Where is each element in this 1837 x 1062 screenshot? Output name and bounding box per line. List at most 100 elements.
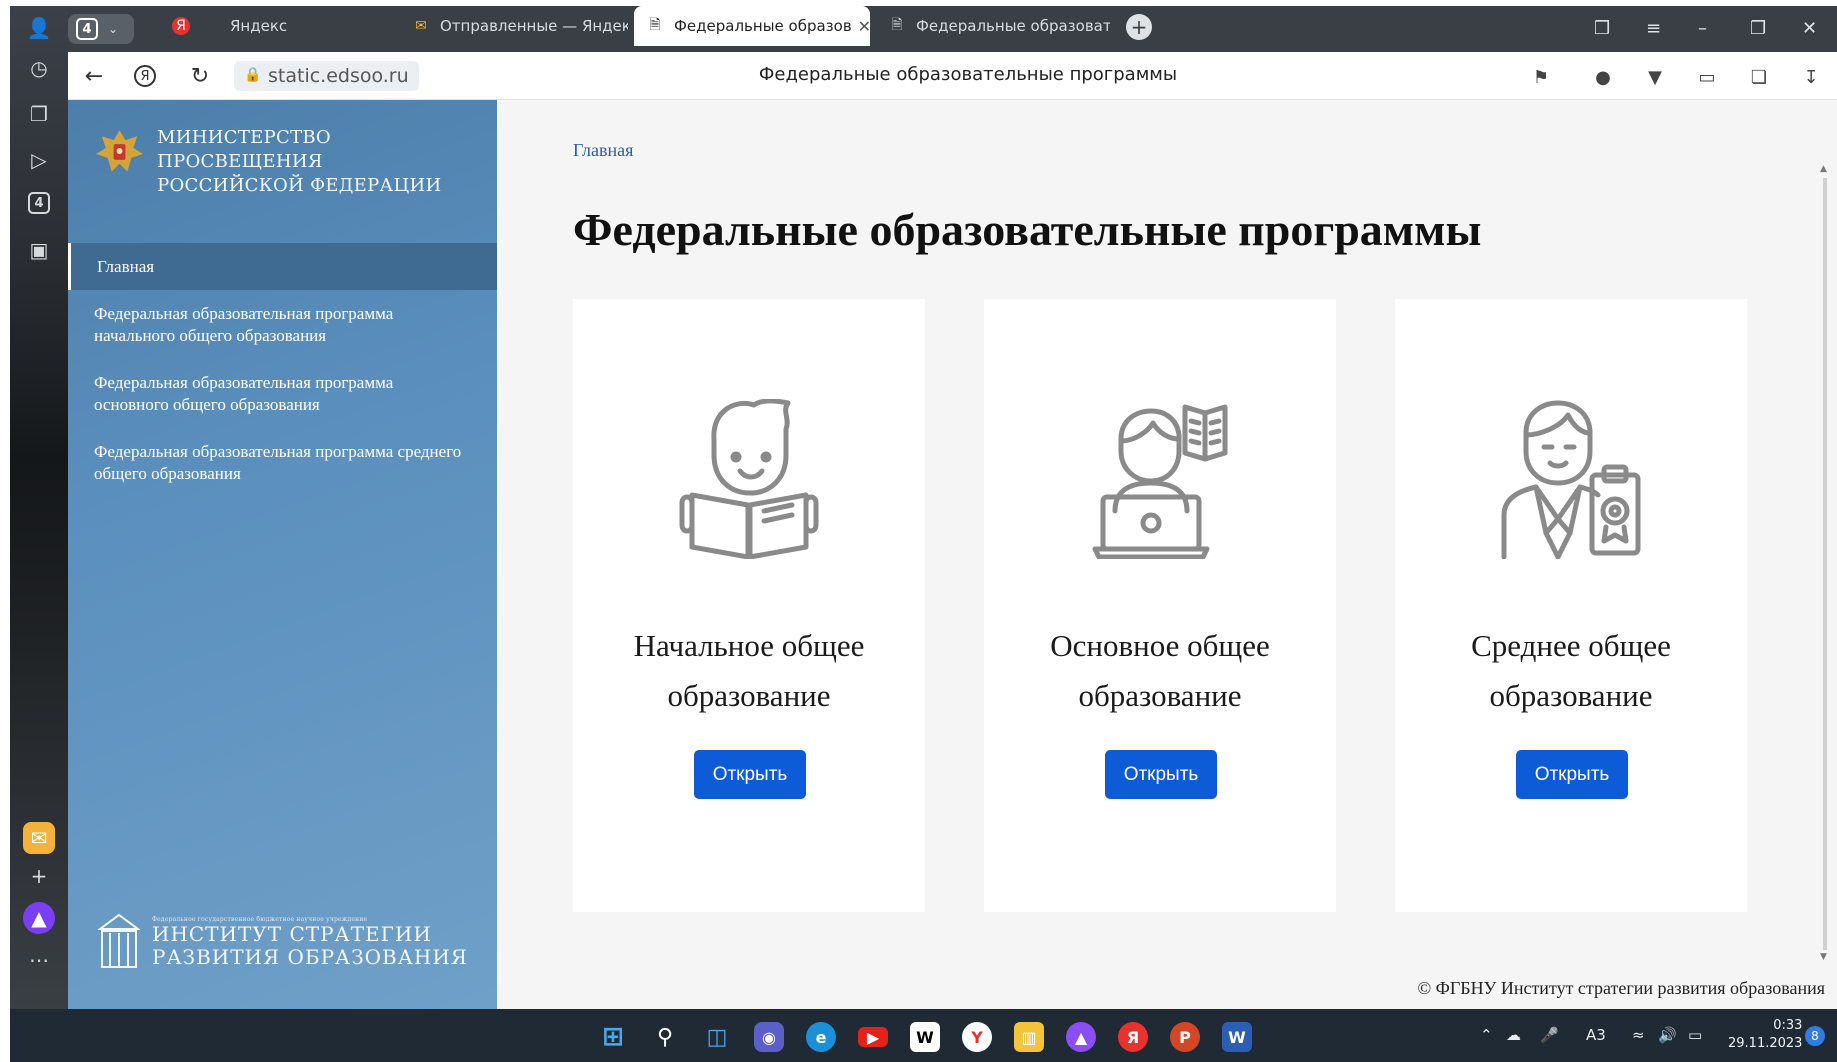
mail-app-icon[interactable]: ✉ <box>23 822 55 854</box>
reload-icon[interactable]: ↻ <box>188 64 212 89</box>
sidebar-item-primary[interactable]: Федеральная образовательная программа на… <box>68 303 497 347</box>
page-icon: 🗎 <box>649 17 661 33</box>
card-title: Среднее общее образование <box>1471 628 1671 713</box>
sidebar-item-home[interactable]: Главная <box>68 243 497 290</box>
open-button[interactable]: Открыть <box>694 750 806 799</box>
sidebar-item-label: Главная <box>97 256 155 276</box>
weather-icon[interactable]: ☁ <box>1506 1026 1521 1044</box>
downloads-icon[interactable]: ↧ <box>1798 64 1824 90</box>
windows-start-icon[interactable]: ⊞ <box>598 1022 628 1052</box>
yandex-taskbar-icon[interactable]: Я <box>1118 1022 1148 1052</box>
back-icon[interactable]: ← <box>82 64 106 89</box>
site-sidebar: МИНИСТЕРСТВО ПРОСВЕЩЕНИЯ РОССИЙСКОЙ ФЕДЕ… <box>68 100 497 1009</box>
profile-icon[interactable]: 👤 <box>25 14 53 42</box>
word-icon[interactable]: W <box>1222 1022 1252 1052</box>
address-bar: ← Я ↻ 🔒 static.edsoo.ru Федеральные обра… <box>68 52 1837 100</box>
child-reading-icon <box>679 399 819 559</box>
url-field[interactable]: 🔒 static.edsoo.ru <box>234 61 419 91</box>
add-panel-icon[interactable]: + <box>25 862 53 890</box>
yandex-browser-icon[interactable]: Y <box>962 1022 992 1052</box>
page-icon: 🗎 <box>891 17 903 33</box>
breadcrumb-home-link[interactable]: Главная <box>573 140 633 161</box>
tab-label: Отправленные — Яндекс <box>440 17 628 35</box>
wikipedia-icon[interactable]: W <box>910 1022 940 1052</box>
tab-groups-button[interactable]: 4 ⌄ <box>68 14 134 44</box>
wifi-icon[interactable]: ≈ <box>1632 1026 1645 1044</box>
tab-mail[interactable]: ✉ Отправленные — Яндекс <box>400 6 628 46</box>
bookmark-icon[interactable]: ⚑ <box>1528 64 1554 90</box>
new-tab-icon[interactable]: + <box>1126 14 1152 40</box>
alice-icon[interactable]: ▲ <box>23 902 55 934</box>
yandex-home-icon[interactable]: Я <box>134 65 156 87</box>
battery-icon[interactable]: ▭ <box>1688 1026 1702 1044</box>
institute-subtitle: Федеральное государственное бюджетное на… <box>152 915 368 923</box>
minimize-icon[interactable]: – <box>1698 18 1707 39</box>
close-window-icon[interactable]: ✕ <box>1802 18 1817 39</box>
window-edge <box>0 0 10 1062</box>
coat-of-arms-icon <box>95 130 144 172</box>
card-title: Начальное общее образование <box>633 628 865 713</box>
scroll-up-icon[interactable]: ▲ <box>1820 164 1827 174</box>
more-icon[interactable]: ⋯ <box>25 946 53 974</box>
collections-icon[interactable]: ❐ <box>25 100 53 128</box>
youtube-icon[interactable]: ▶ <box>858 1027 888 1047</box>
ministry-name-line2: РОССИЙСКОЙ ФЕДЕРАЦИИ <box>157 175 442 196</box>
open-button[interactable]: Открыть <box>1105 750 1217 799</box>
page-title-display: Федеральные образовательные программы <box>758 64 1178 85</box>
restore-icon[interactable]: ❐ <box>1750 18 1766 39</box>
video-icon[interactable]: ▷ <box>25 146 53 174</box>
tab-active[interactable]: 🗎 Федеральные образов ✕ <box>634 6 870 46</box>
microphone-icon[interactable]: 🎤 <box>1540 1026 1559 1044</box>
edge-icon[interactable]: e <box>806 1022 836 1052</box>
search-icon[interactable]: ⚲ <box>650 1022 680 1052</box>
volume-icon[interactable]: 🔊 <box>1658 1026 1677 1044</box>
program-card-basic: Основное общее образование Открыть <box>984 299 1336 912</box>
notification-badge[interactable]: 8 <box>1805 1026 1825 1046</box>
browser-window: 👤 ◷ ❐ ▷ 4 ▣ ✉ + ▲ ⋯ 4 ⌄ Я Яндекс ✉ Отпра… <box>0 0 1837 1062</box>
menu-icon[interactable]: ≡ <box>1646 18 1661 39</box>
sidebar-item-label: Федеральная образовательная программа ос… <box>94 373 394 414</box>
chevron-down-icon: ⌄ <box>108 22 119 36</box>
teams-icon[interactable]: ◉ <box>754 1022 784 1052</box>
card-title: Основное общее образование <box>1050 628 1270 713</box>
close-icon[interactable]: ✕ <box>852 17 870 36</box>
alice-taskbar-icon[interactable]: ▲ <box>1066 1022 1096 1052</box>
sidebar-item-basic[interactable]: Федеральная образовательная программа ос… <box>68 372 497 416</box>
institute-building-icon <box>98 913 140 968</box>
screenshot-icon[interactable]: ▣ <box>25 236 53 264</box>
lock-icon: 🔒 <box>244 67 262 83</box>
ministry-name-line1: МИНИСТЕРСТВО ПРОСВЕЩЕНИЯ <box>157 127 331 172</box>
history-icon[interactable]: ◷ <box>25 54 53 82</box>
clock[interactable]: 0:33 29.11.2023 <box>1728 1017 1802 1053</box>
windows-taskbar: ⊞ ⚲ ◫ ◉ e ▶ W Y ▥ ▲ Я P W ⌃ ☁ 🎤 A3 ≈ 🔊 ▭… <box>10 1009 1837 1062</box>
extension-icon[interactable]: ● <box>1590 64 1616 90</box>
mail-icon: ✉ <box>415 18 427 34</box>
tab-label: Федеральные образовате <box>916 17 1110 35</box>
institute-logo[interactable]: Федеральное государственное бюджетное на… <box>98 913 468 971</box>
protect-icon[interactable]: ▼ <box>1642 64 1668 90</box>
tab-label: Федеральные образов <box>674 17 852 35</box>
tab-count-badge: 4 <box>76 18 98 40</box>
tab-manager-icon[interactable]: ❒ <box>1594 18 1610 39</box>
widgets-icon[interactable]: ◫ <box>702 1022 732 1052</box>
language-indicator[interactable]: A3 <box>1586 1026 1606 1044</box>
open-button[interactable]: Открыть <box>1516 750 1628 799</box>
main-content: Главная Федеральные образовательные прог… <box>497 100 1837 1009</box>
program-card-primary: Начальное общее образование Открыть <box>573 299 925 912</box>
ministry-logo[interactable]: МИНИСТЕРСТВО ПРОСВЕЩЕНИЯ РОССИЙСКОЙ ФЕДЕ… <box>92 126 497 198</box>
clock-time: 0:33 <box>1773 1018 1803 1033</box>
page-scrollbar[interactable]: ▲ ▼ <box>1819 164 1831 964</box>
scrollbar-thumb[interactable] <box>1823 178 1827 950</box>
yandex-side-panel: 👤 ◷ ❐ ▷ 4 ▣ ✉ + ▲ ⋯ <box>10 6 68 1009</box>
tab-label: Яндекс <box>230 17 288 35</box>
tab-yandex[interactable]: Я Яндекс <box>160 6 400 46</box>
powerpoint-icon[interactable]: P <box>1170 1022 1200 1052</box>
reader-icon[interactable]: ❏ <box>1746 64 1772 90</box>
tray-chevron-icon[interactable]: ⌃ <box>1480 1026 1493 1044</box>
sidebar-item-secondary[interactable]: Федеральная образовательная программа ср… <box>68 441 497 485</box>
tabs-counter-icon[interactable]: 4 <box>28 192 50 214</box>
battery-saver-icon[interactable]: ▭ <box>1694 64 1720 90</box>
file-explorer-icon[interactable]: ▥ <box>1014 1022 1044 1052</box>
tab-second[interactable]: 🗎 Федеральные образовате <box>876 6 1110 46</box>
scroll-down-icon[interactable]: ▼ <box>1820 952 1827 962</box>
